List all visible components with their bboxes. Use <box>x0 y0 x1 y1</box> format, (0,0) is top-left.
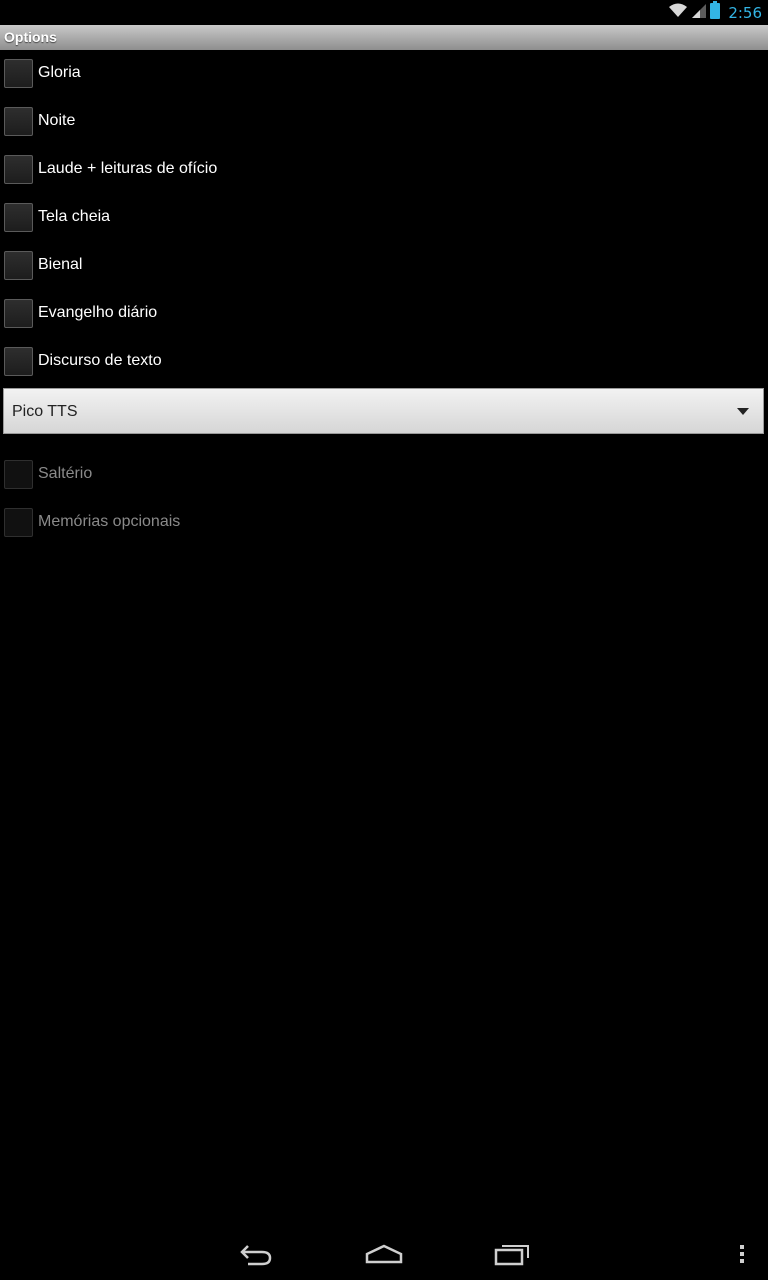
recent-apps-button[interactable] <box>492 1242 532 1270</box>
checkbox[interactable] <box>4 299 33 328</box>
home-button[interactable] <box>364 1242 404 1270</box>
battery-icon <box>710 1 721 24</box>
overflow-menu-icon <box>739 1243 745 1270</box>
recent-apps-icon <box>494 1242 530 1271</box>
checkbox <box>4 460 33 489</box>
checkbox <box>4 508 33 537</box>
option-discurso-de-texto[interactable]: Discurso de texto <box>0 338 768 386</box>
checkbox[interactable] <box>4 107 33 136</box>
option-evangelho-diario[interactable]: Evangelho diário <box>0 290 768 338</box>
option-label: Saltério <box>38 465 93 482</box>
navigation-bar <box>0 1232 768 1280</box>
checkbox[interactable] <box>4 155 33 184</box>
wifi-icon <box>668 2 688 23</box>
option-tela-cheia[interactable]: Tela cheia <box>0 194 768 242</box>
option-label: Discurso de texto <box>38 352 162 369</box>
title-bar: Options <box>0 25 768 50</box>
checkbox[interactable] <box>4 347 33 376</box>
tts-engine-spinner[interactable]: Pico TTS <box>3 388 764 434</box>
option-label: Gloria <box>38 64 81 81</box>
home-icon <box>365 1242 403 1271</box>
option-label: Noite <box>38 112 76 129</box>
option-label: Bienal <box>38 256 83 273</box>
page-title: Options <box>4 29 57 45</box>
option-noite[interactable]: Noite <box>0 98 768 146</box>
option-label: Evangelho diário <box>38 304 158 321</box>
status-bar: 2:56 <box>0 0 768 25</box>
option-label: Tela cheia <box>38 208 111 225</box>
status-icons: 2:56 <box>668 1 762 24</box>
option-label: Laude + leituras de ofício <box>38 160 218 177</box>
back-button[interactable] <box>236 1242 276 1270</box>
option-laude[interactable]: Laude + leituras de ofício <box>0 146 768 194</box>
checkbox[interactable] <box>4 251 33 280</box>
option-bienal[interactable]: Bienal <box>0 242 768 290</box>
overflow-menu-button[interactable] <box>722 1242 762 1270</box>
spinner-selected-value: Pico TTS <box>12 403 78 420</box>
back-icon <box>238 1242 274 1271</box>
signal-icon <box>692 2 707 23</box>
dropdown-arrow-icon <box>737 408 749 415</box>
checkbox[interactable] <box>4 203 33 232</box>
clock: 2:56 <box>728 3 762 22</box>
checkbox[interactable] <box>4 59 33 88</box>
option-salterio: Saltério <box>0 451 768 499</box>
option-label: Memórias opcionais <box>38 513 181 530</box>
option-gloria[interactable]: Gloria <box>0 50 768 98</box>
option-memorias-opcionais: Memórias opcionais <box>0 499 768 547</box>
